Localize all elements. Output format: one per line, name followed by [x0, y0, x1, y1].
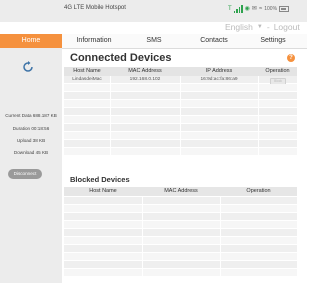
chevron-down-icon[interactable]: ▼: [257, 24, 263, 30]
host-name-cell: LindasdeiMac: [72, 77, 102, 82]
help-icon[interactable]: ?: [287, 54, 295, 62]
table-row: [64, 221, 297, 229]
nav-bar: Information SMS Contacts Settings: [62, 34, 307, 49]
battery-text: 100%: [264, 6, 278, 12]
tab-contacts[interactable]: Contacts: [184, 34, 244, 48]
column-header: MAC Address: [164, 188, 198, 194]
message-icon: ✉: [251, 6, 257, 12]
header-actions: English ▼ - Logout: [225, 22, 300, 32]
column-header: Operation: [246, 188, 271, 194]
signal-label: T: [228, 6, 232, 12]
upload-stat: Upload 38 KB: [16, 138, 46, 143]
connected-devices-title: Connected Devices: [70, 52, 172, 64]
app-title: 4G LTE Mobile Hotspot: [64, 5, 126, 11]
column-divider: [110, 76, 111, 160]
blocked-devices-table: Host Name MAC Address Operation: [64, 187, 297, 283]
globe-icon: ◉: [244, 6, 250, 12]
column-divider: [258, 76, 259, 160]
table-header: Host Name MAC Address IP Address Operati…: [64, 67, 297, 76]
tab-settings[interactable]: Settings: [242, 34, 304, 48]
column-header: IP Address: [205, 68, 233, 74]
wifi-icon: ≈: [258, 6, 263, 12]
connected-devices-table: Host Name MAC Address IP Address Operati…: [64, 67, 297, 162]
table-row: [64, 261, 297, 269]
column-divider: [220, 197, 221, 277]
signal-icon: [233, 5, 243, 13]
home-tab[interactable]: Home: [0, 34, 62, 48]
table-row: [64, 213, 297, 221]
column-header: Host Name: [73, 68, 101, 74]
language-select[interactable]: English: [225, 22, 253, 32]
download-stat: Download 45 KB: [13, 150, 49, 155]
duration-stat: Duration 00:18:56: [12, 126, 50, 131]
separator: -: [266, 22, 270, 32]
mac-address-cell: 192.168.0.102: [129, 77, 161, 82]
refresh-icon[interactable]: [22, 61, 34, 73]
table-row: [64, 253, 297, 261]
blocked-devices-title: Blocked Devices: [70, 175, 130, 184]
column-divider: [180, 76, 181, 160]
column-divider: [142, 197, 143, 277]
logout-link[interactable]: Logout: [274, 22, 300, 32]
table-header: Host Name MAC Address Operation: [64, 187, 297, 196]
table-row: [64, 269, 297, 277]
table-row: [64, 205, 297, 213]
table-row: [64, 237, 297, 245]
column-header: Host Name: [89, 188, 117, 194]
battery-icon: [279, 6, 290, 12]
tab-sms[interactable]: SMS: [124, 34, 184, 48]
table-row: [64, 245, 297, 253]
disconnect-button[interactable]: Disconnect: [8, 169, 42, 179]
status-icons: T ◉ ✉ ≈ 100%: [228, 4, 290, 14]
current-data-stat: Current Data 688.187 KB: [5, 113, 57, 118]
table-row: [64, 197, 297, 205]
tab-information[interactable]: Information: [64, 34, 124, 48]
ip-address-cell: 16:9d:ac:fa:86:a9: [200, 77, 238, 82]
table-row: [64, 229, 297, 237]
column-header: Operation: [265, 68, 290, 74]
column-header: MAC Address: [128, 68, 162, 74]
